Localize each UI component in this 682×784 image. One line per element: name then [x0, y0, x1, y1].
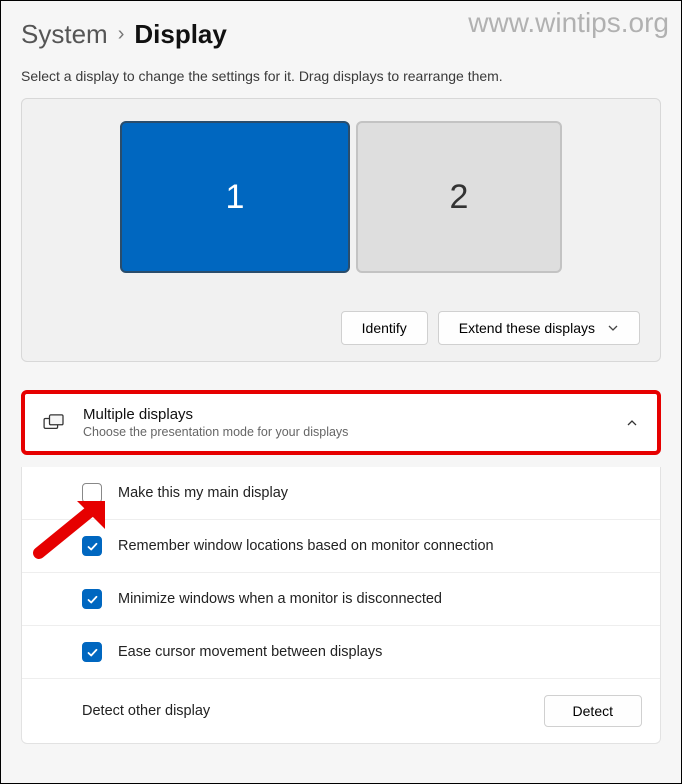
detect-display-label: Detect other display [82, 703, 210, 719]
option-remember-locations[interactable]: Remember window locations based on monit… [22, 519, 660, 572]
option-minimize-disconnected[interactable]: Minimize windows when a monitor is disco… [22, 572, 660, 625]
monitor-2[interactable]: 2 [356, 121, 562, 273]
checkbox-minimize-disconnected[interactable] [82, 589, 102, 609]
option-ease-cursor-label: Ease cursor movement between displays [118, 644, 382, 660]
identify-button[interactable]: Identify [341, 311, 428, 345]
breadcrumb: System › Display [21, 19, 661, 50]
monitor-arrangement-card: 1 2 Identify Extend these displays [21, 98, 661, 362]
chevron-up-icon [625, 416, 639, 430]
breadcrumb-display: Display [134, 19, 227, 50]
chevron-right-icon: › [118, 23, 125, 46]
detect-button-label: Detect [573, 703, 613, 719]
display-hint: Select a display to change the settings … [21, 68, 661, 84]
option-main-display[interactable]: Make this my main display [22, 467, 660, 519]
option-remember-locations-label: Remember window locations based on monit… [118, 538, 494, 554]
chevron-down-icon [607, 322, 619, 334]
section-title: Multiple displays [83, 406, 607, 423]
checkbox-main-display[interactable] [82, 483, 102, 503]
monitor-canvas[interactable]: 1 2 [42, 121, 640, 273]
projection-mode-dropdown[interactable]: Extend these displays [438, 311, 640, 345]
multiple-displays-icon [43, 414, 65, 432]
identify-label: Identify [362, 320, 407, 336]
option-ease-cursor[interactable]: Ease cursor movement between displays [22, 625, 660, 678]
option-main-display-label: Make this my main display [118, 485, 288, 501]
check-icon [86, 646, 99, 659]
projection-mode-label: Extend these displays [459, 320, 595, 336]
breadcrumb-system[interactable]: System [21, 19, 108, 50]
option-minimize-disconnected-label: Minimize windows when a monitor is disco… [118, 591, 442, 607]
checkbox-remember-locations[interactable] [82, 536, 102, 556]
multiple-displays-header[interactable]: Multiple displays Choose the presentatio… [21, 390, 661, 455]
monitor-1[interactable]: 1 [120, 121, 350, 273]
checkbox-ease-cursor[interactable] [82, 642, 102, 662]
check-icon [86, 593, 99, 606]
section-subtitle: Choose the presentation mode for your di… [83, 425, 607, 439]
check-icon [86, 540, 99, 553]
detect-button[interactable]: Detect [544, 695, 642, 727]
option-detect-display: Detect other display Detect [22, 678, 660, 743]
multiple-displays-options: Make this my main display Remember windo… [21, 467, 661, 744]
